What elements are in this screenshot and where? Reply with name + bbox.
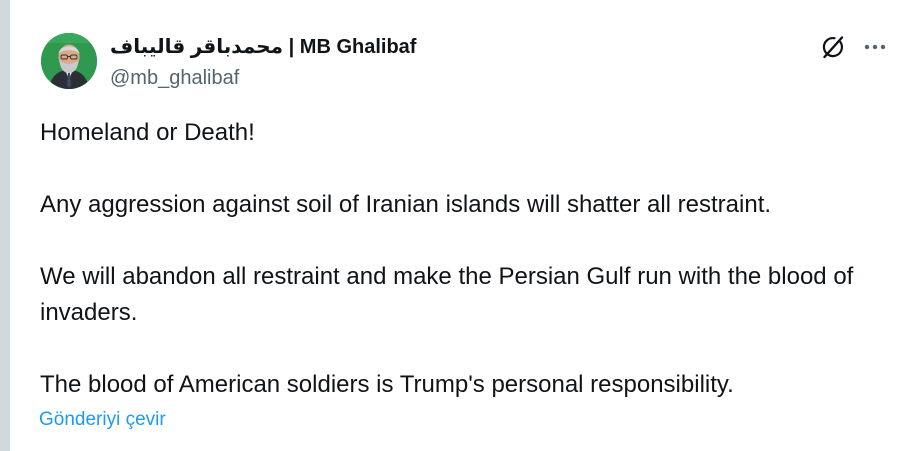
three-dots-icon bbox=[864, 44, 886, 50]
tweet-paragraph: We will abandon all restraint and make t… bbox=[40, 263, 854, 326]
grok-icon[interactable] bbox=[820, 34, 846, 60]
grok-slash-icon bbox=[822, 36, 844, 59]
author-handle[interactable]: @mb_ghalibaf bbox=[110, 65, 239, 91]
left-rail bbox=[0, 0, 10, 451]
tweet-paragraph: The blood of American soldiers is Trump'… bbox=[40, 371, 734, 398]
author-name-arabic: محمدباقر قالیباف bbox=[110, 36, 284, 58]
author-name-separator: | bbox=[283, 36, 300, 58]
tweet-text: Homeland or Death! Any aggression agains… bbox=[40, 115, 870, 403]
more-horizontal-icon[interactable] bbox=[860, 34, 890, 60]
author-name-latin: MB Ghalibaf bbox=[299, 36, 417, 58]
translate-post-link[interactable]: Gönderiyi çevir bbox=[39, 408, 166, 432]
tweet-card: محمدباقر قالیباف | MB Ghalibaf @mb_ghali… bbox=[10, 0, 910, 451]
avatar[interactable] bbox=[41, 33, 97, 89]
person-portrait-icon bbox=[41, 33, 97, 89]
tweet-paragraph: Any aggression against soil of Iranian i… bbox=[40, 191, 772, 218]
author-name[interactable]: محمدباقر قالیباف | MB Ghalibaf bbox=[110, 34, 416, 60]
tweet-paragraph: Homeland or Death! bbox=[40, 119, 255, 146]
